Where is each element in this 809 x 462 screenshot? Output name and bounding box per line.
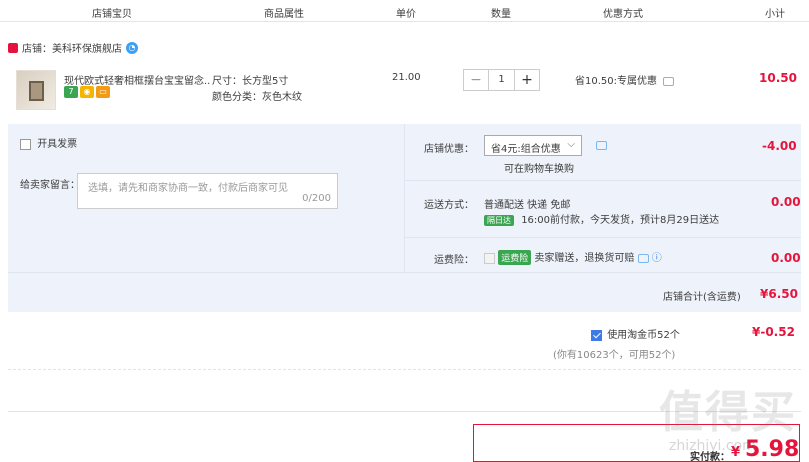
product-title[interactable]: 现代欧式轻奢相框摆台宝宝留念... xyxy=(64,72,210,87)
next-day-badge: 隔日达 xyxy=(484,215,514,226)
invoice-option[interactable]: 开具发票 xyxy=(20,135,77,150)
quantity-stepper: − 1 + xyxy=(463,69,540,91)
coin-note: (你有10623个，可用52个) xyxy=(553,350,676,361)
invoice-label: 开具发票 xyxy=(37,139,78,150)
guarantee-icon: ◉ xyxy=(80,86,94,98)
coin-option[interactable]: 使用淘金币52个 xyxy=(591,326,680,341)
watermark-url: zhizhiyi.com xyxy=(669,438,756,454)
message-label: 给卖家留言： xyxy=(20,180,80,191)
insurance-badge: 运费险 xyxy=(498,250,532,265)
help-icon[interactable]: ⓘ xyxy=(652,253,662,264)
shop-total-label: 店铺合计(含运费) xyxy=(663,292,741,303)
shipping-method: 普通配送 快递 免邮 xyxy=(484,200,571,211)
chat-icon[interactable] xyxy=(637,253,649,263)
message-counter: 0/200 xyxy=(302,193,331,204)
shop-discount-label: 店铺优惠： xyxy=(424,144,474,155)
watermark-logo: 值得买 xyxy=(659,387,797,438)
insurance-text: 卖家赠送，退换货可赔 xyxy=(534,253,635,264)
coin-checkbox[interactable] xyxy=(591,329,602,341)
order-table-header: 店铺宝贝 商品属性 单价 数量 优惠方式 小计 xyxy=(0,0,809,22)
insurance-row: 运费险 卖家赠送，退换货可赔 ⓘ xyxy=(484,249,662,265)
shop-discount-amount: -4.00 xyxy=(762,139,797,153)
shop-total-row: 店铺合计(含运费) ¥6.50 xyxy=(8,272,801,312)
divider xyxy=(404,180,801,181)
chat-icon[interactable] xyxy=(596,141,607,150)
shop-icon xyxy=(8,42,18,53)
divider xyxy=(404,237,801,238)
shipping-detail-text: 16:00前付款，今天发货，预计8月29日送达 xyxy=(521,215,720,226)
attr-size: 尺寸：长方型5寸 xyxy=(212,76,289,87)
quantity-minus-button[interactable]: − xyxy=(464,70,488,90)
service-icons: 7 ◉ ▭ xyxy=(64,86,110,98)
col-subtotal: 小计 xyxy=(765,9,785,20)
insurance-checkbox[interactable] xyxy=(484,252,495,264)
shop-name[interactable]: 美科环保旗舰店 xyxy=(52,40,122,55)
col-discount: 优惠方式 xyxy=(603,9,643,20)
item-discount: 省10.50:专属优惠 xyxy=(575,72,675,87)
insurance-amount: 0.00 xyxy=(771,251,801,265)
shipping-amount: 0.00 xyxy=(771,195,801,209)
col-qty: 数量 xyxy=(491,9,511,20)
attr-color: 颜色分类：灰色木纹 xyxy=(212,92,302,103)
taojinbi-row: 使用淘金币52个 (你有10623个，可用52个) ¥-0.52 xyxy=(8,318,801,370)
chevron-down-icon: ⌵ xyxy=(567,139,575,150)
card-icon: ▭ xyxy=(96,86,110,98)
quantity-input[interactable]: 1 xyxy=(488,70,515,90)
unit-price: 21.00 xyxy=(392,72,421,83)
seven-day-return-icon: 7 xyxy=(64,86,78,98)
chat-icon[interactable] xyxy=(663,76,675,86)
shop-label: 店铺： xyxy=(22,44,52,55)
col-item: 店铺宝贝 xyxy=(92,9,132,20)
shop-total-amount: ¥6.50 xyxy=(760,287,798,301)
message-placeholder: 选填，请先和商家协商一致，付款后商家可见 xyxy=(88,183,288,194)
coin-amount: ¥-0.52 xyxy=(752,325,795,339)
col-price: 单价 xyxy=(396,9,416,20)
panel-divider xyxy=(404,124,405,272)
message-input[interactable]: 选填，请先和商家协商一致，付款后商家可见 0/200 xyxy=(77,173,338,209)
coin-label: 使用淘金币52个 xyxy=(607,330,680,341)
insurance-label: 运费险： xyxy=(434,255,474,266)
item-discount-text: 省10.50:专属优惠 xyxy=(575,76,657,87)
invoice-checkbox[interactable] xyxy=(20,138,31,150)
col-attr: 商品属性 xyxy=(264,9,304,20)
shop-row: 店铺： 美科环保旗舰店 ◔ xyxy=(8,40,138,55)
shipping-detail: 隔日达 16:00前付款，今天发货，预计8月29日送达 xyxy=(484,211,719,226)
shop-discount-select[interactable]: 省4元:组合优惠 ⌵ xyxy=(484,135,582,156)
product-thumbnail[interactable] xyxy=(16,70,56,110)
item-subtotal: 10.50 xyxy=(759,71,797,85)
quantity-plus-button[interactable]: + xyxy=(515,70,539,90)
shop-discount-selected: 省4元:组合优惠 xyxy=(491,144,561,155)
shipping-label: 运送方式： xyxy=(424,200,474,211)
shop-discount-note[interactable]: 可在购物车换购 xyxy=(504,160,574,175)
wangwang-chat-icon[interactable]: ◔ xyxy=(126,41,138,54)
